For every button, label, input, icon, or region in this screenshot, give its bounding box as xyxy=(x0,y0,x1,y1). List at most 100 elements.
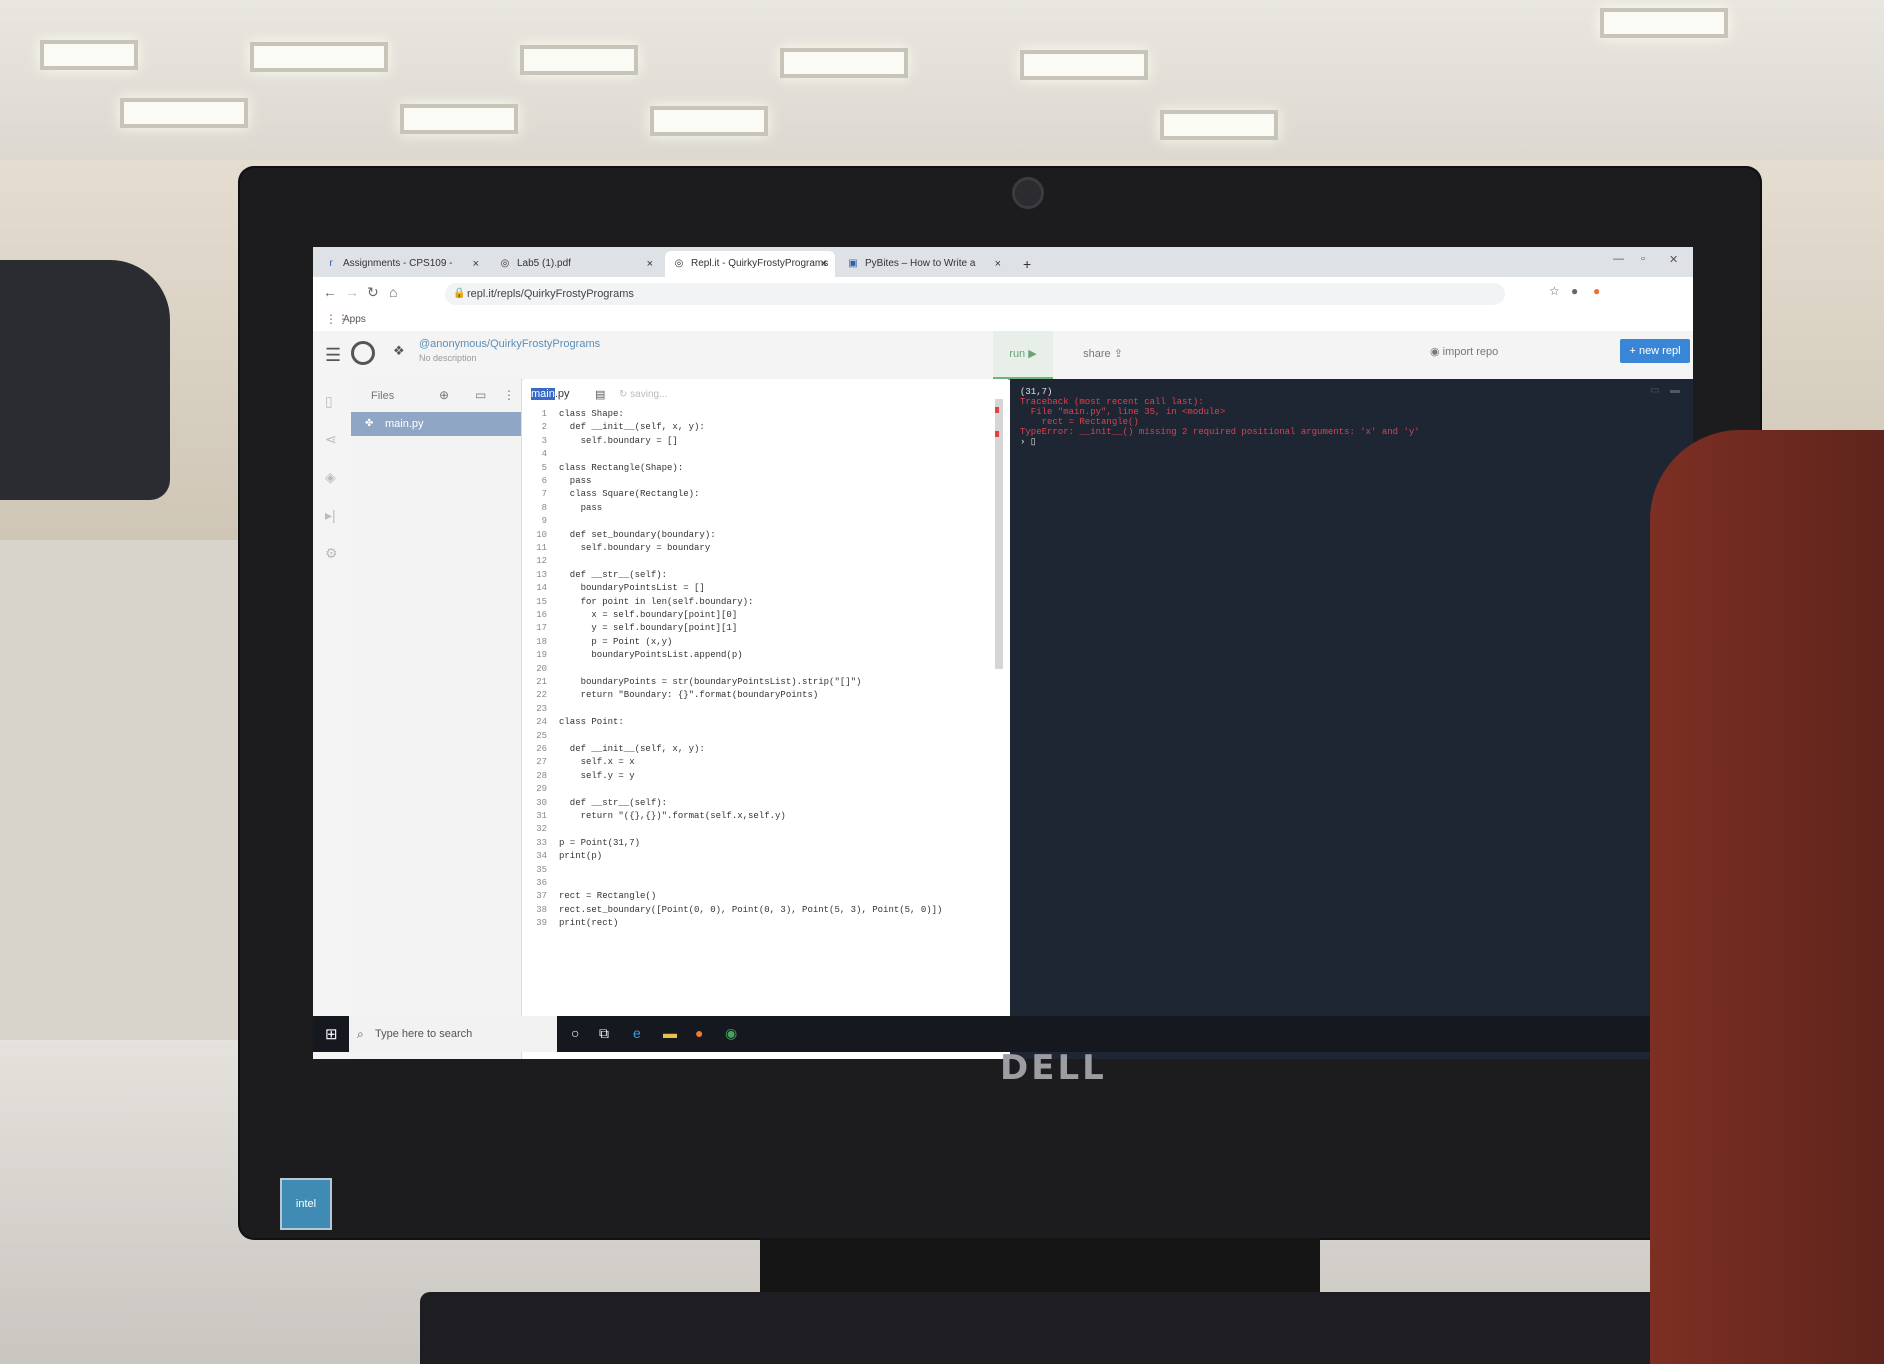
screen: r Assignments - CPS109 - Compu × ◎ Lab5 … xyxy=(313,247,1693,1059)
line-number: 10 xyxy=(536,529,547,540)
close-window-icon[interactable]: ✕ xyxy=(1669,253,1678,266)
line-number: 16 xyxy=(536,610,547,620)
maximize-icon[interactable]: ▫ xyxy=(1641,253,1645,265)
edge-icon[interactable]: e xyxy=(633,1025,641,1041)
forward-icon[interactable]: → xyxy=(345,284,359,300)
line-code: def __str__(self): xyxy=(559,797,668,808)
chrome-icon[interactable]: ◉ xyxy=(725,1025,737,1042)
format-icon[interactable]: ▤ xyxy=(595,388,605,401)
extension-icon[interactable]: ● xyxy=(1593,284,1600,298)
file-explorer-icon[interactable]: ▬ xyxy=(663,1025,677,1041)
star-icon[interactable]: ☆ xyxy=(1549,284,1560,298)
line-code: return "({},{})".format(self.x,self.y) xyxy=(559,811,786,821)
ceiling-light xyxy=(1160,110,1278,140)
error-marker xyxy=(995,431,999,437)
settings-gear-icon[interactable]: ⚙ xyxy=(325,545,338,562)
close-icon[interactable]: × xyxy=(995,251,1001,277)
cortana-icon[interactable]: ○ xyxy=(571,1025,579,1041)
ceiling-light xyxy=(250,42,388,72)
line-number: 14 xyxy=(536,583,547,594)
search-placeholder: Type here to search xyxy=(375,1028,473,1040)
tab-label: Lab5 (1).pdf xyxy=(517,258,571,269)
line-number: 2 xyxy=(541,422,547,433)
browser-tab[interactable]: ▣ PyBites – How to Write a Python × xyxy=(839,251,1009,295)
browser-tab[interactable]: ◎ Lab5 (1).pdf × xyxy=(491,251,661,277)
line-code: def __init__(self, x, y): xyxy=(559,422,705,433)
file-item-main[interactable]: ✤ main.py xyxy=(351,412,521,436)
keyboard xyxy=(420,1292,1660,1364)
line-number: 3 xyxy=(541,435,547,446)
line-code: self.boundary = boundary xyxy=(559,543,711,553)
sidebar-rail: ▯ ⋖ ◈ ▸| ⚙ xyxy=(313,379,351,1059)
version-control-icon[interactable]: ⋖ xyxy=(325,431,337,448)
line-code: def __str__(self): xyxy=(559,569,668,580)
hamburger-menu-icon[interactable]: ☰ xyxy=(325,345,341,366)
packages-icon[interactable]: ◈ xyxy=(325,469,336,486)
run-button[interactable]: run ▶ xyxy=(993,331,1053,380)
line-number: 31 xyxy=(536,811,547,821)
saving-status: ↻ saving... xyxy=(619,389,667,400)
line-number: 12 xyxy=(536,556,547,567)
share-button[interactable]: share ⇪ xyxy=(1073,331,1133,377)
globe-icon: ◎ xyxy=(500,258,510,269)
profile-avatar[interactable]: ● xyxy=(1571,284,1578,298)
line-code: p = Point(31,7) xyxy=(559,837,641,848)
editor-tab-main[interactable]: main.py xyxy=(531,388,570,400)
reload-icon[interactable]: ↻ xyxy=(367,284,379,301)
new-tab-button[interactable]: + xyxy=(1013,251,1043,277)
line-number: 5 xyxy=(541,462,547,473)
home-icon[interactable]: ⌂ xyxy=(389,284,397,300)
browser-tab[interactable]: r Assignments - CPS109 - Compu × xyxy=(317,251,487,295)
line-number: 19 xyxy=(536,650,547,661)
ceiling-light xyxy=(400,104,518,134)
line-number: 33 xyxy=(536,837,547,848)
new-repl-button[interactable]: + new repl xyxy=(1620,339,1690,363)
line-number: 22 xyxy=(536,690,547,701)
repl-title[interactable]: @anonymous/QuirkyFrostyPrograms xyxy=(419,338,600,350)
replit-logo-icon[interactable] xyxy=(351,341,375,365)
close-icon[interactable]: × xyxy=(647,251,653,277)
line-code: boundaryPoints = str(boundaryPointsList)… xyxy=(559,677,862,687)
ceiling-light xyxy=(1600,8,1728,38)
line-number: 13 xyxy=(536,569,547,580)
windows-start-icon[interactable]: ⊞ xyxy=(325,1025,338,1043)
add-folder-icon[interactable]: ▭ xyxy=(475,388,486,402)
firefox-icon[interactable]: ● xyxy=(695,1025,703,1041)
task-view-icon[interactable]: ⧉ xyxy=(599,1025,609,1042)
lock-icon: 🔒 xyxy=(453,288,466,299)
minimize-icon[interactable]: — xyxy=(1613,253,1624,265)
windows-taskbar: ⊞ ⌕ Type here to search ○ ⧉ e ▬ ● ◉ ⌃ ▭ … xyxy=(313,1016,1693,1052)
taskbar-search[interactable]: ⌕ Type here to search xyxy=(349,1016,557,1052)
line-code: def set_boundary(boundary): xyxy=(559,529,716,540)
line-number: 20 xyxy=(536,663,547,674)
clear-console-icon[interactable]: ▭ xyxy=(1650,385,1659,396)
share-icon: ⇪ xyxy=(1113,348,1123,360)
debugger-icon[interactable]: ▸| xyxy=(325,507,336,524)
repl-description[interactable]: No description xyxy=(419,353,477,363)
pybites-icon: ▣ xyxy=(848,258,858,269)
files-icon[interactable]: ▯ xyxy=(325,393,333,410)
intel-badge: intel xyxy=(280,1178,332,1230)
editor-scrollbar[interactable] xyxy=(995,399,1003,669)
github-icon: ◉ xyxy=(1430,346,1443,358)
more-options-icon[interactable]: ⋮ xyxy=(503,388,515,402)
console-menu-icon[interactable]: ▬ xyxy=(1670,385,1680,396)
console-line: TypeError: __init__() missing 2 required… xyxy=(1020,427,1420,437)
ceiling-light xyxy=(780,48,908,78)
line-code: class Shape: xyxy=(559,409,624,419)
url-field[interactable]: 🔒 repl.it/repls/QuirkyFrostyPrograms xyxy=(445,283,1505,305)
back-icon[interactable]: ← xyxy=(323,284,337,300)
apps-bookmark[interactable]: Apps xyxy=(343,314,366,325)
code-editor[interactable]: main.py ▤ ↻ saving... 1 class Shape: 2 def… xyxy=(523,379,1008,1059)
add-file-icon[interactable]: ⊕ xyxy=(439,388,449,402)
line-number: 1 xyxy=(541,409,547,419)
close-icon[interactable]: × xyxy=(821,251,827,277)
line-number: 35 xyxy=(536,864,547,875)
line-number: 7 xyxy=(541,489,547,500)
line-number: 11 xyxy=(536,543,547,553)
browser-tab-active[interactable]: ◎ Repl.it - QuirkyFrostyPrograms × xyxy=(665,251,835,277)
console-panel[interactable]: ▭ ▬ (31,7) Traceback (most recent call la… xyxy=(1010,379,1693,1059)
line-code: return "Boundary: {}".format(boundaryPoi… xyxy=(559,690,819,701)
import-repo-button[interactable]: ◉ import repo xyxy=(1430,345,1498,358)
close-icon[interactable]: × xyxy=(473,251,479,277)
